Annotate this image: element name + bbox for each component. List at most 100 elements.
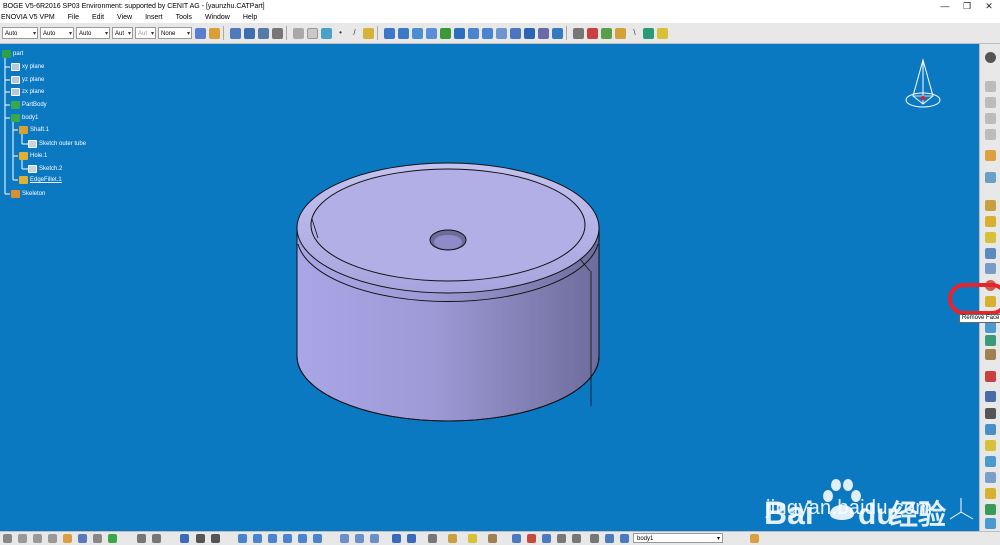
tree-node-xy-plane[interactable]: xy plane	[11, 63, 44, 71]
back-view-icon[interactable]	[355, 534, 364, 543]
comment-icon[interactable]	[152, 534, 161, 543]
profile-icon[interactable]	[293, 27, 304, 39]
tree-node-shaft[interactable]: Shaft.1	[19, 126, 49, 134]
edit-icon[interactable]	[750, 534, 759, 543]
tree-node-skeleton[interactable]: Skeleton	[11, 190, 45, 198]
remove-icon[interactable]	[985, 488, 996, 499]
thickness-icon[interactable]	[985, 335, 996, 346]
formula-icon[interactable]	[137, 534, 146, 543]
inertia-icon[interactable]	[468, 534, 477, 543]
pan-icon[interactable]	[440, 27, 451, 39]
point-icon[interactable]: •	[335, 28, 346, 39]
pocket-icon[interactable]	[985, 216, 996, 227]
snap-point-icon[interactable]	[272, 27, 283, 39]
shading-icon[interactable]	[524, 27, 535, 39]
menu-view[interactable]: View	[117, 14, 132, 21]
vb-icon[interactable]	[573, 27, 584, 39]
warning-icon[interactable]	[657, 27, 668, 39]
knowledge-icon[interactable]	[488, 534, 497, 543]
tree-node-partbody[interactable]: PartBody	[11, 101, 47, 109]
pad-icon[interactable]	[985, 200, 996, 211]
hide-show-icon[interactable]	[538, 27, 549, 39]
cut-icon[interactable]	[18, 534, 27, 543]
tool-icon[interactable]	[590, 534, 599, 543]
measure-icon[interactable]	[448, 534, 457, 543]
normal-view-icon[interactable]	[313, 534, 322, 543]
menu-window[interactable]: Window	[205, 14, 230, 21]
zoom-area-icon[interactable]	[557, 534, 566, 543]
scale-icon[interactable]	[572, 534, 581, 543]
scaling-icon[interactable]	[985, 440, 996, 451]
tree-node-sketch-outer-tube[interactable]: Sketch outer tube	[28, 140, 86, 148]
paste-icon[interactable]	[48, 534, 57, 543]
define-work-object-icon[interactable]	[605, 534, 614, 543]
fit-all-icon[interactable]	[238, 534, 247, 543]
grid-icon[interactable]	[258, 27, 269, 39]
line-thickness-combo[interactable]: Auto ▾	[76, 27, 110, 39]
menu-tools[interactable]: Tools	[176, 14, 192, 21]
shell-icon[interactable]	[985, 322, 996, 333]
rotate-icon[interactable]	[268, 534, 277, 543]
mirror-icon[interactable]	[985, 408, 996, 419]
apply-material-icon[interactable]	[601, 27, 612, 39]
zoom-in-icon[interactable]	[468, 27, 479, 39]
tree-node-zx-plane[interactable]: zx plane	[11, 88, 44, 96]
zoom-out-icon[interactable]	[298, 534, 307, 543]
zoom-in-icon[interactable]	[283, 534, 292, 543]
boolean-icon[interactable]	[985, 456, 996, 467]
union-trim-icon[interactable]	[985, 518, 996, 529]
arc-icon[interactable]	[643, 27, 654, 39]
compass-icon[interactable]	[905, 58, 941, 114]
tree-node-sketch-2[interactable]: Sketch.2	[28, 165, 62, 173]
update-icon[interactable]	[512, 534, 521, 543]
power-copy-icon[interactable]	[527, 534, 536, 543]
rectangle-icon[interactable]	[307, 27, 318, 39]
menu-enovia[interactable]: ENOVIA V5 VPM	[1, 14, 55, 21]
select-icon[interactable]	[3, 534, 12, 543]
knowledge-icon[interactable]	[615, 27, 626, 39]
split-icon[interactable]	[985, 371, 996, 382]
lines-icon[interactable]: \	[629, 28, 640, 39]
pattern-icon[interactable]	[985, 424, 996, 435]
sketcher-icon[interactable]	[985, 52, 996, 63]
copy-format-icon[interactable]	[209, 27, 220, 39]
color-combo[interactable]: Auto ▾	[2, 27, 38, 39]
catalog-icon[interactable]	[180, 534, 189, 543]
layer-combo[interactable]: None ▾	[158, 27, 192, 39]
undo-icon[interactable]	[108, 534, 117, 543]
undo-icon[interactable]	[384, 27, 395, 39]
menu-help[interactable]: Help	[243, 14, 257, 21]
table-icon[interactable]	[196, 534, 205, 543]
measure-icon[interactable]	[587, 27, 598, 39]
rib-icon[interactable]	[985, 263, 996, 274]
body-select-icon[interactable]	[620, 534, 629, 543]
translation-icon[interactable]	[985, 391, 996, 402]
paint-brush-icon[interactable]	[195, 27, 206, 39]
menu-insert[interactable]: Insert	[145, 14, 163, 21]
part-model[interactable]	[290, 116, 610, 426]
hide-icon[interactable]	[211, 534, 220, 543]
normal-view-icon[interactable]	[496, 27, 507, 39]
copy-icon[interactable]	[33, 534, 42, 543]
left-view-icon[interactable]	[370, 534, 379, 543]
rotate-icon[interactable]	[454, 27, 465, 39]
swap-icon[interactable]	[428, 534, 437, 543]
maximize-button[interactable]: ❐	[956, 0, 978, 12]
reorder-icon[interactable]	[542, 534, 551, 543]
menu-edit[interactable]: Edit	[92, 14, 104, 21]
front-view-icon[interactable]	[340, 534, 349, 543]
tree-node-edgefillet[interactable]: EdgeFillet.1	[19, 176, 62, 184]
plane-icon[interactable]	[363, 27, 374, 39]
print-icon[interactable]	[93, 534, 102, 543]
3d-viewport[interactable]: part xy plane yz plane zx plane PartBody…	[0, 44, 979, 531]
save-icon[interactable]	[78, 534, 87, 543]
select-icon[interactable]	[230, 27, 241, 39]
fit-all-icon[interactable]	[426, 27, 437, 39]
swap-visible-space-icon[interactable]	[552, 27, 563, 39]
assemble-icon[interactable]	[985, 472, 996, 483]
minimize-button[interactable]: —	[934, 0, 956, 12]
open-icon[interactable]	[63, 534, 72, 543]
current-body-combo[interactable]: body1 ▾	[633, 533, 723, 543]
tree-node-yz-plane[interactable]: yz plane	[11, 76, 44, 84]
line-type-combo[interactable]: Aut ▾	[112, 27, 133, 39]
